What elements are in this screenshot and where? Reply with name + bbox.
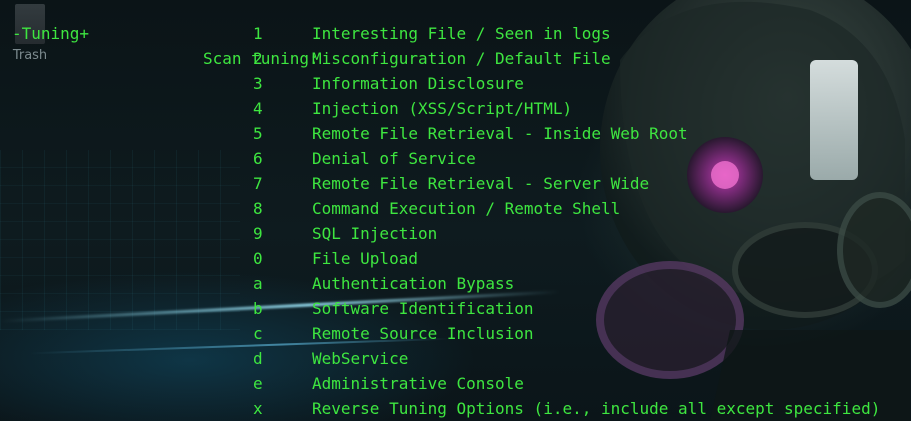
tuning-option-key: 7 bbox=[253, 174, 263, 193]
tuning-option-key: 0 bbox=[253, 249, 263, 268]
tuning-option-description: Command Execution / Remote Shell bbox=[312, 199, 621, 218]
option-header-line: -Tuning+ Scan tuning: bbox=[0, 0, 319, 68]
tuning-option-key: 4 bbox=[253, 99, 263, 118]
tuning-option-description: WebService bbox=[312, 349, 409, 368]
tuning-option-key: 9 bbox=[253, 224, 263, 243]
tuning-option-description: Remote Source Inclusion bbox=[312, 324, 534, 343]
tuning-option-description: File Upload bbox=[312, 249, 418, 268]
tuning-option-description: Administrative Console bbox=[312, 374, 524, 393]
tuning-option-description: SQL Injection bbox=[312, 224, 438, 243]
tuning-option-description: Remote File Retrieval - Server Wide bbox=[312, 174, 650, 193]
tuning-option-key: 2 bbox=[253, 49, 263, 68]
tuning-option-description: Denial of Service bbox=[312, 149, 476, 168]
tuning-option-key: 8 bbox=[253, 199, 263, 218]
tuning-option-key: 1 bbox=[253, 24, 263, 43]
tuning-option-description: Remote File Retrieval - Inside Web Root bbox=[312, 124, 688, 143]
tuning-option-key: 5 bbox=[253, 124, 263, 143]
terminal-output[interactable]: -Tuning+ Scan tuning: 1 Interesting File … bbox=[0, 0, 911, 421]
tuning-option-key: d bbox=[253, 349, 263, 368]
tuning-option-key: 6 bbox=[253, 149, 263, 168]
tuning-option-key: 3 bbox=[253, 74, 263, 93]
tuning-option-description: Software Identification bbox=[312, 299, 534, 318]
tuning-option-key: b bbox=[253, 299, 263, 318]
tuning-option-description: Reverse Tuning Options (i.e., include al… bbox=[312, 399, 881, 418]
option-name: -Tuning+ bbox=[12, 24, 90, 43]
tuning-option-description: Injection (XSS/Script/HTML) bbox=[312, 99, 573, 118]
tuning-option-description: Authentication Bypass bbox=[312, 274, 515, 293]
tuning-option-description: Information Disclosure bbox=[312, 74, 524, 93]
tuning-option-key: c bbox=[253, 324, 263, 343]
tuning-option-key: x bbox=[253, 399, 263, 418]
tuning-option-key: a bbox=[253, 274, 263, 293]
tuning-option-description: Misconfiguration / Default File bbox=[312, 49, 611, 68]
tuning-option-key: e bbox=[253, 374, 263, 393]
tuning-option-description: Interesting File / Seen in logs bbox=[312, 24, 611, 43]
